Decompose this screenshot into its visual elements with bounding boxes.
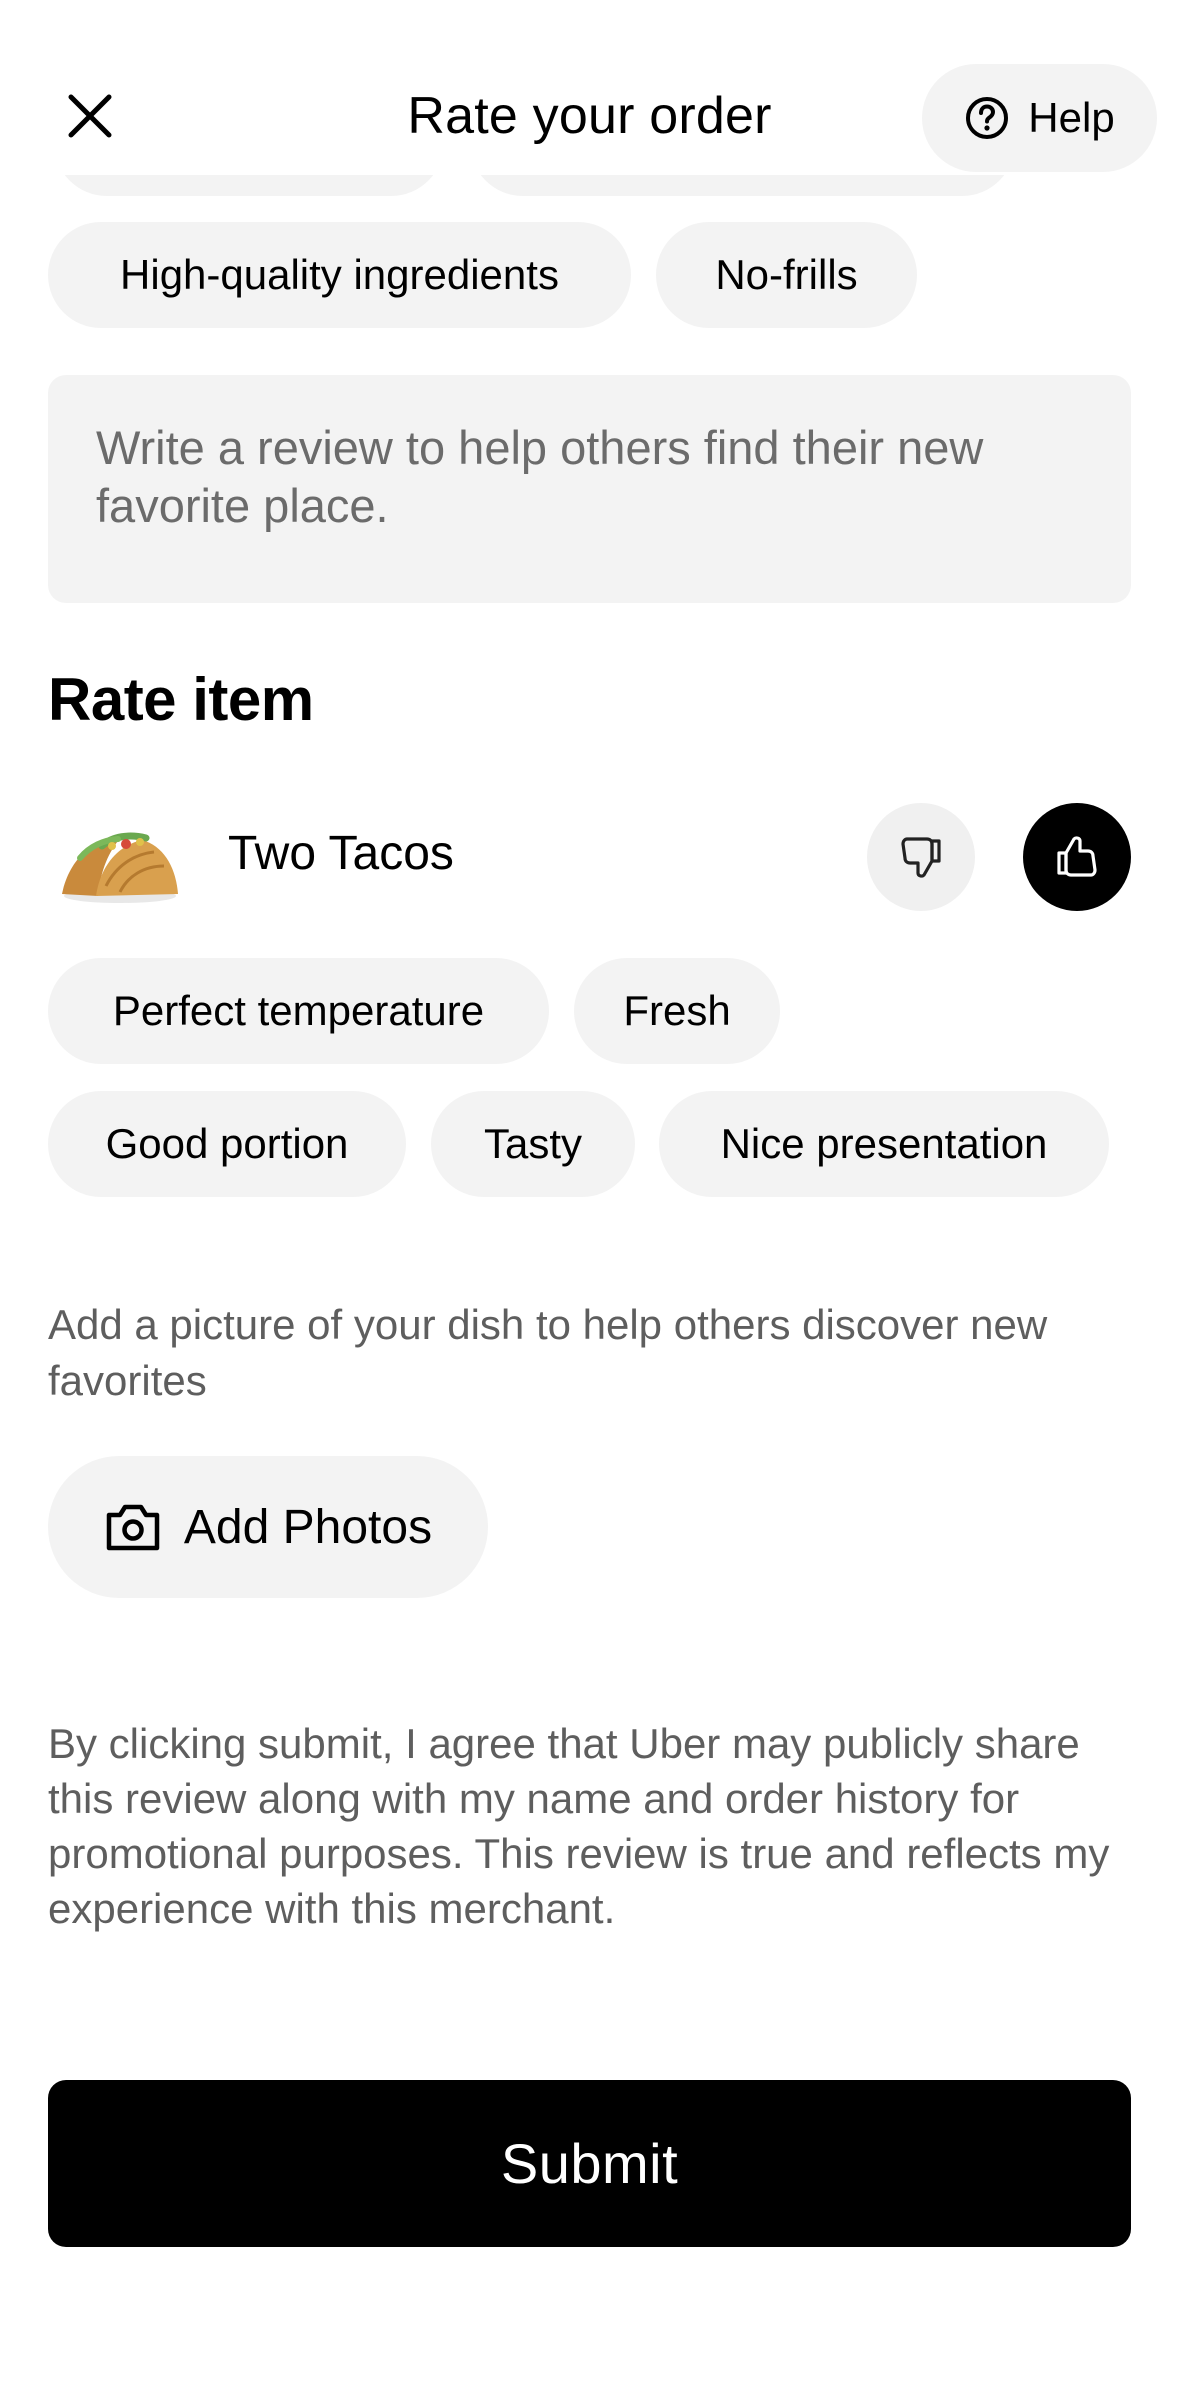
thumbs-up-button[interactable] xyxy=(1023,803,1131,911)
rate-item-heading: Rate item xyxy=(48,666,314,733)
tag-chip-high-quality-ingredients[interactable]: High-quality ingredients xyxy=(48,222,631,328)
submit-button[interactable]: Submit xyxy=(48,2080,1131,2247)
add-photos-label: Add Photos xyxy=(183,1500,433,1554)
tag-chip-perfect-temperature[interactable]: Perfect temperature xyxy=(48,958,549,1064)
help-label: Help xyxy=(1028,94,1115,141)
thumbs-down-button[interactable] xyxy=(867,803,975,911)
tag-chip-nice-presentation[interactable]: Nice presentation xyxy=(659,1091,1109,1197)
tag-chip-good-portion[interactable]: Good portion xyxy=(48,1091,406,1197)
camera-icon xyxy=(106,1504,160,1551)
help-button[interactable]: Help xyxy=(922,64,1157,172)
add-photos-button[interactable]: Add Photos xyxy=(48,1456,488,1598)
thumbs-down-icon xyxy=(901,837,941,878)
tag-chip-tasty[interactable]: Tasty xyxy=(431,1091,635,1197)
thumbs-up-icon xyxy=(1057,836,1097,877)
header: Rate your order Help xyxy=(0,0,1179,175)
item-name: Two Tacos xyxy=(228,827,454,880)
photo-hint-text: Add a picture of your dish to help other… xyxy=(48,1301,1048,1404)
help-circle-icon xyxy=(966,97,1009,139)
taco-image xyxy=(62,832,178,903)
legal-disclaimer: By clicking submit, I agree that Uber ma… xyxy=(48,1720,1110,1932)
tag-chip-fresh[interactable]: Fresh xyxy=(574,958,780,1064)
review-textarea[interactable]: Write a review to help others find their… xyxy=(48,375,1131,603)
tag-chip-no-frills[interactable]: No-frills xyxy=(656,222,917,328)
